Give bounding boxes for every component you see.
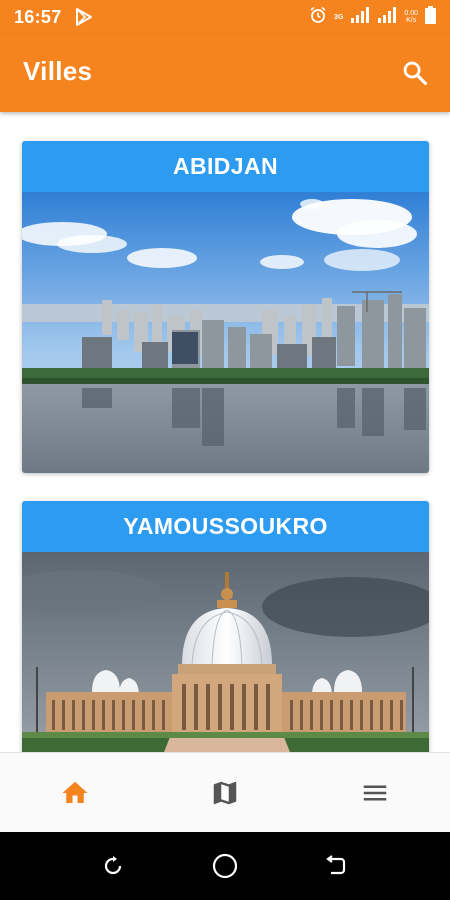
city-name: YAMOUSSOUKRO [22,501,429,552]
bottom-navigation [0,752,450,833]
speed-unit: K/s [406,17,417,24]
menu-icon [363,785,387,801]
nav-menu-button[interactable] [300,753,450,833]
status-bar: 16:57 3G 0.00 K/s [0,0,450,34]
network-speed: 0.00 K/s [404,10,418,24]
system-navigation-bar [0,832,450,900]
nav-map-button[interactable] [150,753,300,833]
city-photo-abidjan [22,192,429,473]
city-card-abidjan[interactable]: ABIDJAN [22,141,429,473]
nav-home-button[interactable] [0,753,150,833]
city-card-yamoussoukro[interactable]: YAMOUSSOUKRO [22,501,429,752]
alarm-icon [309,6,327,29]
map-icon [213,781,237,805]
back-icon [326,855,346,875]
city-name: ABIDJAN [22,141,429,192]
home-circle-icon [212,853,238,879]
search-icon [403,61,428,86]
back-button[interactable] [318,848,354,884]
recents-button[interactable] [95,848,131,884]
speed-value: 0.00 [404,10,418,17]
network-type: 3G [334,13,344,21]
battery-icon [425,5,436,29]
play-store-icon [74,7,94,27]
home-icon [62,781,88,803]
status-icons: 3G 0.00 K/s [309,5,436,29]
status-time: 16:57 [14,6,62,27]
city-photo-yamoussoukro [22,552,429,752]
system-home-button[interactable] [207,848,243,884]
app-bar: Villes [0,34,450,112]
recents-icon [104,856,122,875]
search-button[interactable] [398,56,432,90]
page-title: Villes [23,56,93,86]
signal-icon [377,6,397,28]
city-list[interactable]: ABIDJAN YAMOUSSOUKRO [0,112,450,752]
signal-icon [350,6,370,28]
